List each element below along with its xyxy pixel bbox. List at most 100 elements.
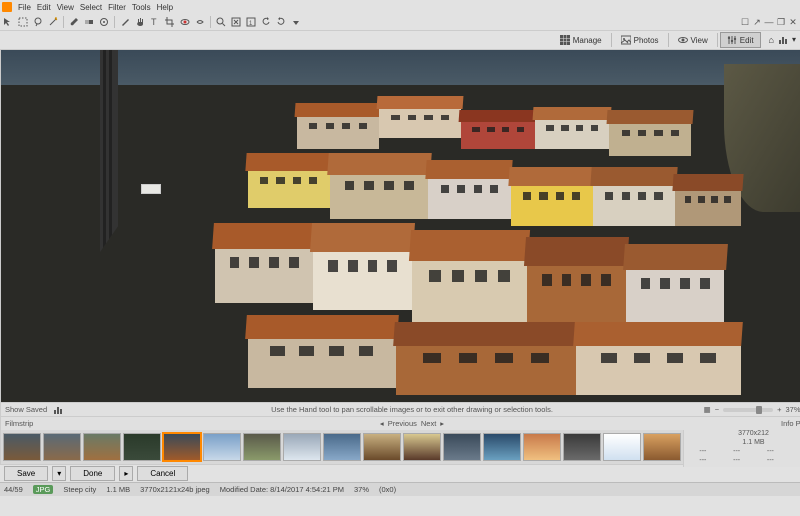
- tool-lasso-icon[interactable]: [32, 16, 44, 28]
- house: [215, 226, 314, 303]
- tool-wand-icon[interactable]: [47, 16, 59, 28]
- status-size: 1.1 MB: [106, 485, 130, 494]
- tool-crop-icon[interactable]: [164, 16, 176, 28]
- chevron-down-icon[interactable]: ▾: [792, 35, 796, 45]
- film-prev-label[interactable]: Previous: [388, 419, 417, 428]
- menu-file[interactable]: File: [18, 3, 31, 12]
- house: [379, 99, 461, 138]
- tool-rotate-r-icon[interactable]: [275, 16, 287, 28]
- tool-fit-icon[interactable]: [230, 16, 242, 28]
- film-next-icon[interactable]: ▸: [440, 419, 444, 428]
- tool-heal-icon[interactable]: [194, 16, 206, 28]
- svg-text:T: T: [151, 17, 157, 27]
- tool-redeye-icon[interactable]: [179, 16, 191, 28]
- window-min-icon[interactable]: —: [764, 17, 774, 27]
- tool-gradient-icon[interactable]: [83, 16, 95, 28]
- info-cell: ---: [688, 457, 718, 464]
- funicular-car: [141, 184, 161, 194]
- filmstrip-thumb[interactable]: [43, 433, 81, 461]
- mode-photos-label: Photos: [634, 36, 659, 45]
- image-canvas[interactable]: [1, 50, 800, 402]
- menu-select[interactable]: Select: [80, 3, 102, 12]
- tool-radial-icon[interactable]: [98, 16, 110, 28]
- filmstrip-thumb[interactable]: [3, 433, 41, 461]
- mode-view-label: View: [691, 36, 708, 45]
- menu-help[interactable]: Help: [157, 3, 173, 12]
- film-next-label[interactable]: Next: [421, 419, 436, 428]
- tool-actual-icon[interactable]: 1: [245, 16, 257, 28]
- filmstrip-thumb[interactable]: [603, 433, 641, 461]
- filmstrip-thumb[interactable]: [203, 433, 241, 461]
- filmstrip-thumb[interactable]: [323, 433, 361, 461]
- window-restore-icon[interactable]: ❐: [776, 17, 786, 27]
- histogram-toggle-icon[interactable]: [53, 405, 63, 415]
- filmstrip-thumb[interactable]: [443, 433, 481, 461]
- mode-photos[interactable]: Photos: [614, 32, 666, 48]
- mode-manage-label: Manage: [573, 36, 602, 45]
- filmstrip-label: Filmstrip: [5, 419, 33, 428]
- info-palette: 3770x212 1.1 MB --- --- --- --- --- --- …: [683, 427, 800, 467]
- info-size: 1.1 MB: [688, 439, 800, 446]
- status-coords: (0x0): [379, 485, 396, 494]
- tool-select-icon[interactable]: [2, 16, 14, 28]
- filmstrip-thumb[interactable]: [523, 433, 561, 461]
- info-cell: ---: [722, 448, 752, 455]
- sliders-icon: [727, 35, 737, 45]
- film-prev-icon[interactable]: ◂: [380, 419, 384, 428]
- save-menu-icon[interactable]: ▾: [52, 466, 66, 481]
- mode-edit-label: Edit: [740, 36, 754, 45]
- menu-tools[interactable]: Tools: [132, 3, 151, 12]
- histogram-icon[interactable]: [778, 35, 788, 45]
- modebar-separator: [668, 33, 669, 47]
- done-next-icon[interactable]: ▸: [119, 466, 133, 481]
- filmstrip-thumb[interactable]: [643, 433, 681, 461]
- tool-more-icon[interactable]: [290, 16, 302, 28]
- window-close-icon[interactable]: ✕: [788, 17, 798, 27]
- tool-text-icon[interactable]: T: [149, 16, 161, 28]
- menu-view[interactable]: View: [57, 3, 74, 12]
- status-modified: Modified Date: 8/14/2017 4:54:21 PM: [220, 485, 344, 494]
- status-count: 44/59: [4, 485, 23, 494]
- filmstrip-thumb[interactable]: [163, 433, 201, 461]
- filmstrip-thumb[interactable]: [483, 433, 521, 461]
- filmstrip-thumb[interactable]: [283, 433, 321, 461]
- photo-icon: [621, 35, 631, 45]
- tool-marquee-icon[interactable]: [17, 16, 29, 28]
- tool-hand-icon[interactable]: [134, 16, 146, 28]
- zoom-slider[interactable]: [723, 408, 773, 412]
- nav-window-icon[interactable]: ▦: [704, 405, 711, 414]
- save-button[interactable]: Save: [4, 466, 48, 481]
- mode-view[interactable]: View: [671, 32, 715, 48]
- filmstrip-thumb[interactable]: [403, 433, 441, 461]
- info-palette-label[interactable]: Info Palette: [781, 419, 800, 428]
- house: [461, 113, 535, 148]
- house: [535, 110, 609, 149]
- tool-eyedropper-icon[interactable]: [119, 16, 131, 28]
- tool-rotate-l-icon[interactable]: [260, 16, 272, 28]
- filmstrip-thumb[interactable]: [363, 433, 401, 461]
- info-cell: ---: [756, 448, 786, 455]
- filmstrip-thumb[interactable]: [243, 433, 281, 461]
- show-saved-toggle[interactable]: Show Saved: [5, 405, 47, 414]
- menu-edit[interactable]: Edit: [37, 3, 51, 12]
- mode-manage[interactable]: Manage: [553, 32, 609, 48]
- tool-brush-icon[interactable]: [68, 16, 80, 28]
- question-icon[interactable]: ⌂: [769, 35, 774, 45]
- house: [527, 240, 626, 324]
- filmstrip-thumb[interactable]: [123, 433, 161, 461]
- menu-filter[interactable]: Filter: [108, 3, 126, 12]
- filmstrip[interactable]: [1, 431, 683, 463]
- modebar: Manage Photos View Edit ⌂ ▾: [0, 30, 800, 50]
- tool-zoom-icon[interactable]: [215, 16, 227, 28]
- status-dim: 3770x2121x24b jpeg: [140, 485, 210, 494]
- external-icon[interactable]: ↗: [752, 17, 762, 27]
- zoom-out-icon[interactable]: −: [715, 405, 719, 414]
- zoom-in-icon[interactable]: +: [777, 405, 781, 414]
- done-button[interactable]: Done: [70, 466, 115, 481]
- filmstrip-thumb[interactable]: [83, 433, 121, 461]
- filmstrip-thumb[interactable]: [563, 433, 601, 461]
- mode-edit[interactable]: Edit: [720, 32, 761, 48]
- info-cell: ---: [789, 448, 800, 455]
- close-panel-icon[interactable]: ☐: [740, 17, 750, 27]
- cancel-button[interactable]: Cancel: [137, 466, 188, 481]
